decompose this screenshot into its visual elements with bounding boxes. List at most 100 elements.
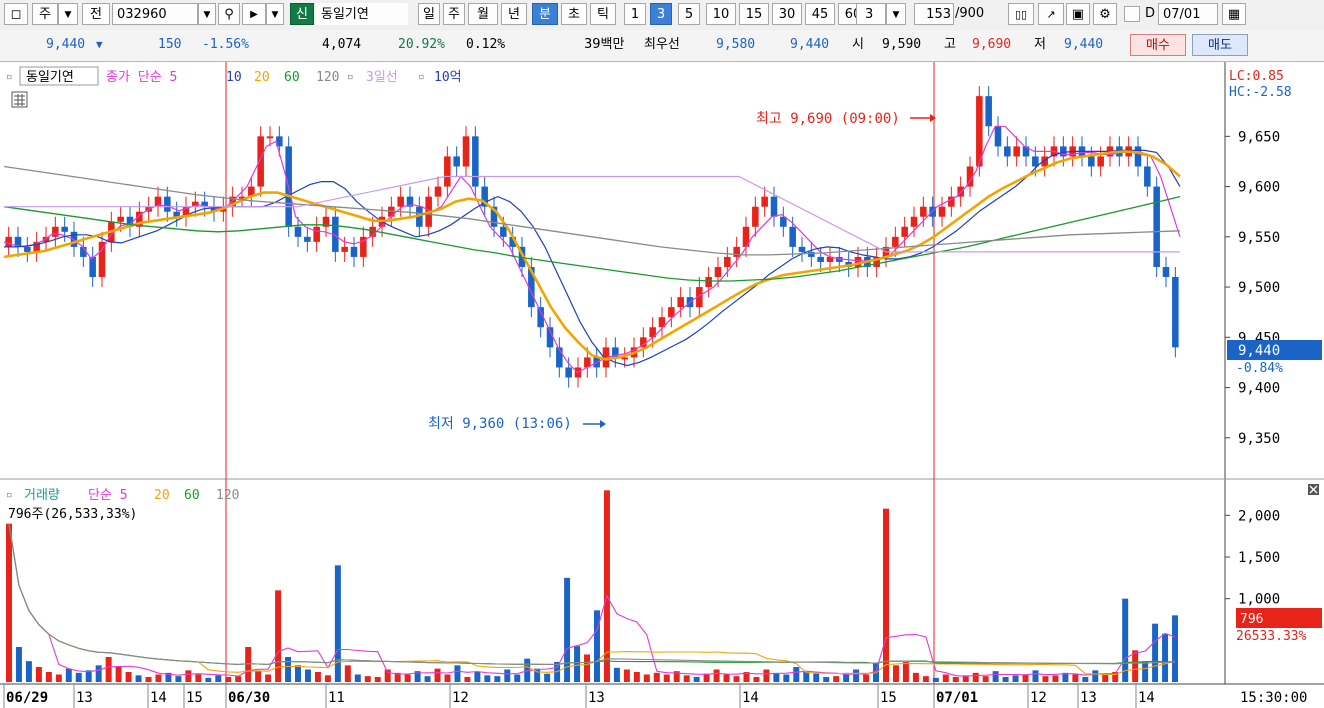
chart-title: 동일기연 bbox=[26, 70, 74, 85]
period-button-month[interactable]: 월 bbox=[468, 3, 498, 25]
prev-button[interactable]: 전 bbox=[82, 3, 110, 25]
candle bbox=[98, 241, 106, 278]
period-main-select[interactable]: 주 bbox=[32, 3, 58, 25]
volume-legend-icon: ▫ bbox=[6, 488, 13, 501]
interval-button-15[interactable]: 15 bbox=[739, 3, 769, 25]
interval-button-45[interactable]: 45 bbox=[805, 3, 835, 25]
candle bbox=[444, 156, 451, 187]
candle-type-icon[interactable]: ▯▯ bbox=[1008, 3, 1034, 25]
period-button-day[interactable]: 일 bbox=[418, 3, 440, 25]
best-bid: 9,440 bbox=[790, 37, 830, 52]
interval-button-5[interactable]: 5 bbox=[678, 3, 700, 25]
chevron-down-icon[interactable]: ▼ bbox=[58, 3, 78, 25]
gear-icon[interactable]: ⚙ bbox=[1093, 3, 1117, 25]
volume-bar bbox=[255, 671, 262, 682]
candle bbox=[817, 256, 824, 262]
volume-bar bbox=[1082, 677, 1089, 682]
vol-legend-ma20: 20 bbox=[154, 488, 170, 503]
period-button-year[interactable]: 년 bbox=[501, 3, 527, 25]
volume-bar bbox=[693, 677, 700, 682]
candle bbox=[1013, 146, 1020, 157]
date-checkbox[interactable] bbox=[1124, 6, 1140, 22]
legend-bullet-icon-2: ▫ bbox=[418, 70, 425, 83]
count-input[interactable]: 153 bbox=[914, 3, 954, 25]
open-label: 시 bbox=[852, 37, 864, 52]
price-y-label: 9,350 bbox=[1238, 431, 1280, 447]
volume-bar bbox=[713, 669, 720, 682]
candle bbox=[789, 226, 796, 247]
volume-bar bbox=[55, 674, 62, 682]
period-button-second[interactable]: 초 bbox=[561, 3, 587, 25]
legend-ma60: 60 bbox=[284, 70, 300, 85]
sell-button[interactable]: 매도 bbox=[1192, 34, 1248, 56]
trade-volume: 4,074 bbox=[322, 37, 362, 52]
volume-bar bbox=[783, 674, 790, 682]
candle bbox=[752, 206, 759, 227]
interval-button-3[interactable]: 3 bbox=[650, 3, 672, 25]
high-price: 9,690 bbox=[972, 37, 1012, 52]
candle bbox=[70, 231, 78, 247]
candle bbox=[761, 196, 768, 207]
window-icon[interactable]: ◻ bbox=[4, 3, 28, 25]
candle bbox=[453, 156, 460, 167]
best-quote-label: 최우선 bbox=[644, 37, 680, 52]
vol-legend-ma5: 단순 5 bbox=[88, 488, 128, 503]
code-dropdown-icon[interactable]: ▼ bbox=[198, 3, 216, 25]
candle bbox=[313, 226, 320, 242]
volume-bar bbox=[354, 674, 361, 682]
low-annotation: 최저 9,360 (13:06) bbox=[428, 416, 572, 432]
buy-button[interactable]: 매수 bbox=[1130, 34, 1186, 56]
candle bbox=[1172, 277, 1179, 348]
volume-summary: 796주(26,533,33%) bbox=[8, 507, 137, 522]
x-tick-label: 07/01 bbox=[936, 690, 978, 706]
candle bbox=[341, 246, 348, 252]
volume-bar bbox=[544, 673, 551, 682]
interval-button-30[interactable]: 30 bbox=[772, 3, 802, 25]
volume-bar bbox=[474, 672, 481, 682]
legend-3day: 3일선 bbox=[366, 70, 398, 85]
price-y-label: 9,500 bbox=[1238, 280, 1280, 296]
candle bbox=[724, 256, 731, 267]
volume-bar bbox=[613, 667, 620, 682]
volume-bar bbox=[942, 674, 949, 682]
volume-bar bbox=[285, 657, 292, 682]
interval-button-1[interactable]: 1 bbox=[624, 3, 646, 25]
volume-bar bbox=[1022, 674, 1029, 682]
candle bbox=[1162, 266, 1170, 278]
stock-code-input[interactable]: 032960 bbox=[112, 3, 198, 25]
search-icon[interactable]: ⚲ bbox=[218, 3, 240, 25]
period-button-minute[interactable]: 분 bbox=[532, 3, 558, 25]
volume-bar bbox=[324, 675, 331, 682]
turnover-rate: 0.12% bbox=[466, 37, 506, 52]
x-tick-label: 15 bbox=[186, 690, 203, 706]
candle bbox=[350, 246, 358, 257]
volume-bar bbox=[982, 676, 989, 682]
candle bbox=[257, 136, 264, 187]
period-button-tick[interactable]: 틱 bbox=[590, 3, 616, 25]
volume-bar bbox=[344, 665, 351, 682]
volume-bar bbox=[504, 669, 511, 682]
line-tool-icon[interactable]: ↗ bbox=[1038, 3, 1064, 25]
volume-bar bbox=[643, 674, 650, 682]
volume-bar bbox=[574, 646, 581, 682]
volume-bar bbox=[175, 676, 182, 682]
volume-bar bbox=[225, 677, 232, 682]
volume-bar bbox=[514, 674, 521, 682]
interval-dropdown-icon[interactable]: ▼ bbox=[886, 3, 906, 25]
volume-bar bbox=[833, 676, 840, 682]
sound-dropdown-icon[interactable]: ▼ bbox=[266, 3, 284, 25]
interval-button-10[interactable]: 10 bbox=[706, 3, 736, 25]
period-button-week[interactable]: 주 bbox=[443, 3, 465, 25]
candle bbox=[397, 196, 404, 207]
save-icon[interactable]: ▣ bbox=[1066, 3, 1090, 25]
volume-bar bbox=[484, 675, 491, 682]
candle bbox=[910, 216, 918, 227]
calendar-icon[interactable]: ▦ bbox=[1222, 3, 1246, 25]
sound-icon[interactable]: ▶ bbox=[242, 3, 266, 25]
volume-bar bbox=[723, 674, 730, 682]
interval-input[interactable]: 3 bbox=[856, 3, 886, 25]
volume-bar bbox=[444, 674, 451, 682]
candle bbox=[994, 126, 1002, 147]
candle bbox=[266, 136, 274, 139]
date-input[interactable]: 07/01 bbox=[1158, 3, 1218, 25]
